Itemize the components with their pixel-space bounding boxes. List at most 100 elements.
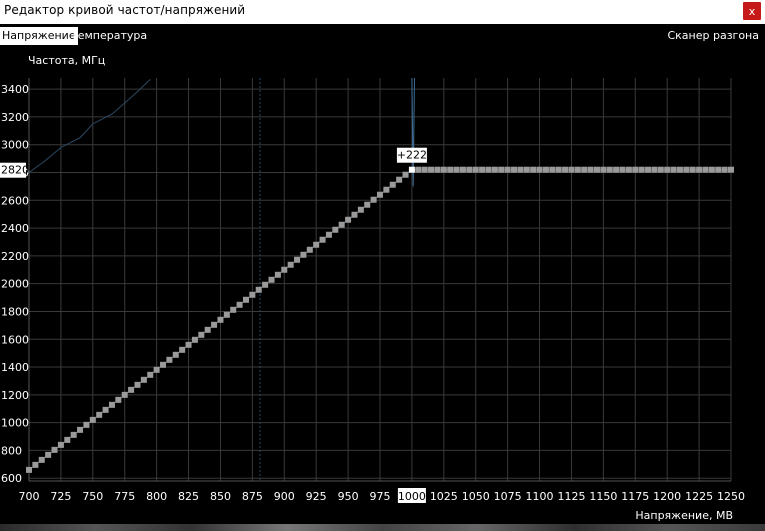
vf-point bbox=[632, 166, 639, 173]
x-tick-label: 775 bbox=[114, 490, 135, 503]
vf-point bbox=[351, 211, 358, 218]
vf-point bbox=[32, 461, 39, 468]
vf-point bbox=[523, 166, 530, 173]
vf-point bbox=[721, 166, 728, 173]
y-tick-label: 2400 bbox=[1, 222, 29, 235]
vf-point bbox=[574, 166, 581, 173]
vf-point bbox=[306, 246, 313, 253]
vf-point bbox=[172, 351, 179, 358]
vf-point bbox=[325, 231, 332, 238]
y-tick-label: 1200 bbox=[1, 389, 29, 402]
vf-point bbox=[562, 166, 569, 173]
x-tick-label: 875 bbox=[242, 490, 263, 503]
vf-point bbox=[434, 166, 441, 173]
vf-point bbox=[249, 291, 256, 298]
vf-point bbox=[268, 276, 275, 283]
vf-point bbox=[262, 281, 269, 288]
vf-point bbox=[338, 221, 345, 228]
vf-point bbox=[415, 166, 422, 173]
vf-point bbox=[645, 166, 652, 173]
vf-point bbox=[300, 251, 307, 258]
vf-point bbox=[542, 166, 549, 173]
vf-point bbox=[377, 191, 383, 198]
vf-point bbox=[185, 341, 192, 348]
x-tick-label: 1150 bbox=[589, 490, 617, 503]
vf-point bbox=[581, 166, 588, 173]
vf-point bbox=[479, 166, 486, 173]
vf-point bbox=[536, 166, 543, 173]
vf-point bbox=[242, 296, 249, 303]
vf-point bbox=[217, 316, 224, 323]
x-tick-label: 700 bbox=[19, 490, 40, 503]
vf-point bbox=[313, 241, 320, 248]
vf-point bbox=[683, 166, 690, 173]
vf-point bbox=[696, 166, 703, 173]
vf-point bbox=[70, 431, 77, 438]
vf-point bbox=[294, 256, 301, 263]
x-tick-label: 1050 bbox=[462, 490, 490, 503]
vf-point bbox=[428, 166, 435, 173]
vf-point bbox=[83, 421, 90, 428]
vf-point bbox=[108, 401, 115, 408]
vf-point bbox=[657, 166, 664, 173]
vf-point bbox=[383, 186, 390, 193]
vf-point bbox=[140, 376, 147, 383]
vf-point bbox=[517, 166, 524, 173]
vf-point bbox=[708, 166, 715, 173]
vf-point bbox=[568, 166, 575, 173]
x-tick-label: 1025 bbox=[430, 490, 458, 503]
vf-point bbox=[504, 166, 511, 173]
reference-curve bbox=[28, 79, 151, 173]
vf-point bbox=[593, 166, 600, 173]
vf-point bbox=[625, 166, 632, 173]
vf-point bbox=[179, 346, 186, 353]
y-tick-label: 1000 bbox=[1, 417, 29, 430]
x-tick-label: 1250 bbox=[717, 490, 745, 503]
vf-point bbox=[447, 166, 454, 173]
vf-point bbox=[440, 166, 447, 173]
vf-point bbox=[102, 406, 109, 413]
x-tick-label: 975 bbox=[370, 490, 391, 503]
vf-point bbox=[491, 166, 498, 173]
y-tick-label: 2600 bbox=[1, 194, 29, 207]
vf-point bbox=[332, 226, 339, 233]
vf-point bbox=[236, 301, 243, 308]
vf-point bbox=[459, 166, 466, 173]
y-tick-label: 800 bbox=[1, 444, 22, 457]
vf-point bbox=[121, 391, 128, 398]
vf-point bbox=[128, 386, 135, 393]
vf-point bbox=[160, 361, 167, 368]
vf-point bbox=[287, 261, 294, 268]
y-tick-label: 3000 bbox=[1, 139, 29, 152]
x-tick-label: 1125 bbox=[557, 490, 585, 503]
vf-point bbox=[357, 206, 364, 213]
vf-point bbox=[670, 166, 677, 173]
vf-point bbox=[453, 166, 460, 173]
vf-point bbox=[153, 366, 160, 373]
vf-point bbox=[613, 166, 620, 173]
x-tick-label: 1000 bbox=[398, 490, 426, 503]
x-tick-label: 1225 bbox=[685, 490, 713, 503]
offset-label: +222 bbox=[397, 149, 427, 162]
x-tick-label: 825 bbox=[178, 490, 199, 503]
vf-point bbox=[345, 216, 352, 223]
vf-point bbox=[638, 166, 645, 173]
vf-point bbox=[715, 166, 722, 173]
x-tick-label: 800 bbox=[146, 490, 167, 503]
x-tick-label: 950 bbox=[338, 490, 359, 503]
vf-point bbox=[211, 321, 218, 328]
y-tick-label: 600 bbox=[1, 472, 22, 485]
vf-point bbox=[702, 166, 709, 173]
vf-point bbox=[498, 166, 505, 173]
desktop-background-strip bbox=[0, 524, 765, 531]
vf-point bbox=[198, 331, 205, 338]
vf-curve-chart[interactable]: 700 725 750 775 800 825 850 875 900 925 950 975 1000… bbox=[0, 0, 765, 531]
y-tick-label: 3400 bbox=[1, 83, 29, 96]
vf-point bbox=[676, 166, 683, 173]
vf-point bbox=[96, 411, 103, 418]
vf-point bbox=[64, 436, 71, 443]
x-tick-label: 900 bbox=[274, 490, 295, 503]
vf-point bbox=[191, 336, 198, 343]
vf-point bbox=[319, 236, 326, 243]
vf-point bbox=[511, 166, 518, 173]
